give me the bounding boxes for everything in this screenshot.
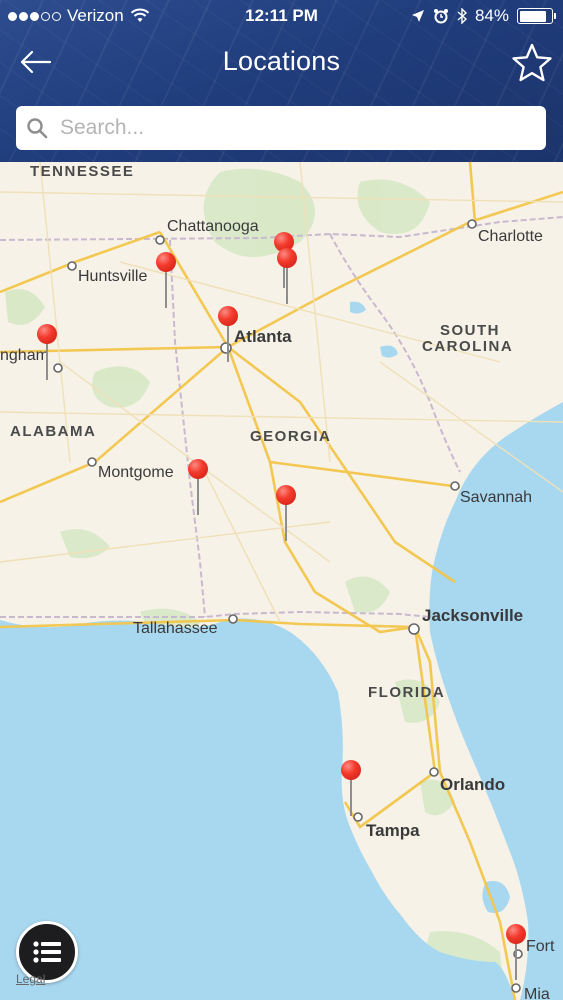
- location-pin[interactable]: [275, 248, 299, 308]
- bluetooth-icon: [457, 8, 467, 24]
- city-label-chattanooga: Chattanooga: [167, 218, 259, 235]
- star-icon: [512, 43, 552, 82]
- location-pin[interactable]: [35, 324, 59, 384]
- state-label-georgia: GEORGIA: [250, 428, 332, 445]
- app-header: Verizon 12:11 PM 84% Locations: [0, 0, 563, 162]
- legal-link[interactable]: Legal: [16, 972, 45, 986]
- map-view[interactable]: TENNESSEE ALABAMA GEORGIA SOUTH CAROLINA…: [0, 162, 563, 1000]
- city-label-orlando: Orlando: [440, 775, 506, 794]
- city-label-miami: Mia: [524, 986, 550, 1000]
- location-pin[interactable]: [186, 459, 210, 519]
- city-label-jacksonville: Jacksonville: [422, 606, 524, 625]
- alarm-icon: [433, 9, 448, 24]
- location-pin[interactable]: [274, 485, 298, 545]
- search-bar[interactable]: [16, 106, 546, 150]
- list-icon: [33, 941, 61, 963]
- location-pin[interactable]: [216, 306, 240, 366]
- city-label-huntsville: Huntsville: [78, 268, 148, 285]
- city-label-savannah: Savannah: [460, 489, 533, 506]
- state-label-tennessee: TENNESSEE: [30, 163, 135, 180]
- state-label-carolina: CAROLINA: [422, 338, 514, 355]
- location-pin[interactable]: [154, 252, 178, 312]
- city-label-tampa: Tampa: [366, 821, 420, 840]
- city-label-fort: Fort: [526, 938, 555, 955]
- favorite-button[interactable]: [511, 42, 553, 84]
- status-right: 84%: [411, 6, 556, 26]
- battery-percent: 84%: [474, 6, 509, 25]
- status-bar: Verizon 12:11 PM 84%: [0, 0, 563, 32]
- state-label-alabama: ALABAMA: [10, 423, 97, 440]
- location-pin[interactable]: [339, 760, 363, 820]
- location-arrow-icon: [411, 10, 424, 22]
- search-input[interactable]: [60, 106, 536, 150]
- city-label-tallahassee: Tallahassee: [133, 620, 218, 637]
- city-label-charlotte: Charlotte: [478, 228, 543, 245]
- location-pin[interactable]: [504, 924, 528, 984]
- city-label-atlanta: Atlanta: [234, 327, 292, 346]
- city-label-montgomery: Montgome: [98, 464, 174, 481]
- battery-fill: [519, 10, 546, 22]
- state-label-south: SOUTH: [440, 322, 500, 339]
- battery-icon: [517, 8, 556, 24]
- nav-bar: Locations: [0, 38, 563, 88]
- page-title: Locations: [222, 46, 341, 76]
- state-label-florida: FLORIDA: [368, 684, 446, 701]
- search-icon: [27, 118, 48, 139]
